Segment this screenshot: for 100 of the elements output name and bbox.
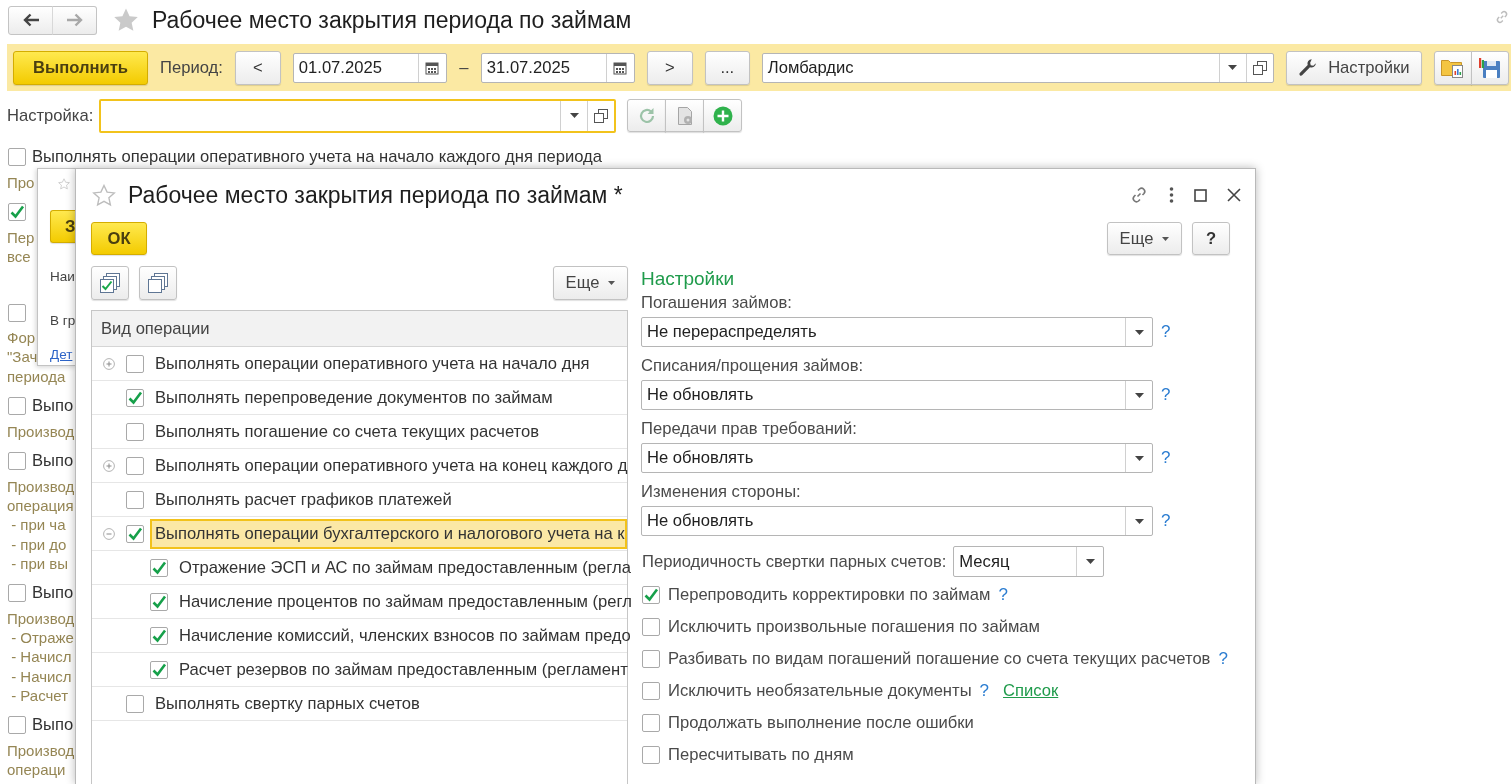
setting-field[interactable] — [99, 98, 617, 133]
checkbox[interactable] — [126, 354, 144, 373]
checkbox[interactable] — [126, 388, 144, 407]
operation-label[interactable]: Выполнять расчет графиков платежей — [150, 484, 627, 515]
refresh-button[interactable] — [627, 99, 667, 132]
operation-label[interactable]: Выполнять перепроведение документов по займам — [150, 382, 627, 413]
help-link[interactable]: ? — [1161, 511, 1171, 531]
star-icon[interactable] — [113, 7, 139, 33]
overlapping-squares-icon[interactable] — [594, 108, 609, 123]
checkbox[interactable] — [126, 456, 144, 475]
stacked-squares-icon — [148, 273, 168, 293]
select-field[interactable]: Месяц — [953, 546, 1105, 577]
help-link[interactable]: ? — [1161, 385, 1171, 405]
operation-label[interactable]: Отражение ЭСП и АС по займам предоставленным (регла — [174, 552, 633, 583]
checkbox[interactable] — [8, 148, 26, 166]
select-field[interactable]: Не обновлять — [641, 506, 1153, 536]
collapse-icon[interactable] — [103, 527, 115, 540]
checkbox[interactable] — [126, 490, 144, 509]
checkbox[interactable] — [8, 716, 26, 735]
previous-period-button[interactable]: < — [234, 50, 281, 85]
more-button[interactable]: Еще — [553, 266, 628, 300]
select-field[interactable]: Не перераспределять — [641, 317, 1153, 347]
star-icon[interactable] — [92, 183, 116, 207]
checkbox[interactable] — [8, 203, 26, 222]
add-button[interactable] — [703, 99, 743, 132]
checkbox[interactable] — [8, 303, 26, 322]
overlapping-squares-icon[interactable] — [1252, 60, 1267, 75]
hint-text: Производ — [7, 608, 75, 629]
calendar-icon[interactable] — [425, 60, 440, 75]
close-icon[interactable] — [1227, 188, 1241, 202]
field-label: Изменения стороны: — [641, 482, 801, 502]
caret-icon[interactable] — [1134, 518, 1144, 524]
operation-label[interactable]: Выполнять операции оперативного учета на начало дня — [150, 348, 627, 379]
list-link[interactable]: Список — [1003, 681, 1059, 701]
ok-button[interactable]: ОК — [91, 222, 147, 255]
checkbox[interactable] — [642, 682, 660, 700]
caret-icon[interactable] — [1085, 559, 1095, 564]
checkbox[interactable] — [642, 586, 660, 604]
checkbox[interactable] — [642, 714, 660, 732]
help-button[interactable]: ? — [1192, 222, 1230, 255]
help-link[interactable]: ? — [1161, 448, 1171, 468]
help-link[interactable]: ? — [1161, 322, 1171, 342]
operation-label[interactable]: Выполнять операции оперативного учета на конец каждого д — [150, 450, 630, 481]
caret-icon[interactable] — [1134, 455, 1144, 461]
date-field[interactable]: 01.07.2025 — [292, 52, 447, 83]
maximize-icon[interactable] — [1194, 188, 1207, 202]
checkbox[interactable] — [8, 397, 26, 416]
operation-label[interactable]: Начисление процентов по займам предоставленным (регл — [174, 586, 634, 617]
caret-icon[interactable] — [1228, 65, 1238, 70]
operation-label[interactable]: Выполнять свертку парных счетов — [150, 688, 627, 719]
checkbox[interactable] — [126, 694, 144, 713]
caret-icon[interactable] — [569, 113, 579, 118]
dialog-title: Рабочее место закрытия периода по займам * — [128, 181, 623, 209]
window-text: Наи — [50, 268, 75, 286]
column-header[interactable]: Вид операции — [92, 311, 627, 347]
uncheck-all-button[interactable] — [139, 266, 177, 300]
hint-text: - Отраже — [10, 628, 74, 648]
link-icon[interactable] — [1494, 9, 1510, 25]
caret-icon[interactable] — [1134, 329, 1144, 335]
run-button[interactable]: Выполнить — [13, 50, 148, 85]
operation-label[interactable]: Выполнять операции бухгалтерского и налогового учета на к — [150, 518, 627, 549]
back-button[interactable] — [8, 5, 53, 35]
checkbox[interactable] — [150, 592, 168, 611]
run-button[interactable]: З — [50, 210, 76, 243]
checkbox[interactable] — [150, 558, 168, 577]
checkbox[interactable] — [150, 660, 168, 679]
organization-field[interactable]: Ломбардис — [761, 52, 1274, 83]
operation-label[interactable]: Расчет резервов по займам предоставленным (регламент — [174, 654, 630, 685]
details-link[interactable]: Дет — [50, 345, 73, 365]
date-field[interactable]: 31.07.2025 — [480, 52, 635, 83]
operation-label[interactable]: Начисление комиссий, членских взносов по займам предо — [174, 620, 633, 651]
check-all-button[interactable] — [91, 266, 129, 300]
select-field[interactable]: Не обновлять — [641, 443, 1153, 473]
settings-gear-button[interactable] — [665, 99, 705, 132]
floppy-chart-icon — [1478, 57, 1502, 78]
save-button[interactable] — [1470, 50, 1509, 85]
choose-period-button[interactable]: ... — [704, 50, 750, 85]
checkbox[interactable] — [642, 650, 660, 668]
next-period-button[interactable]: > — [646, 50, 693, 85]
select-field[interactable]: Не обновлять — [641, 380, 1153, 410]
link-icon[interactable] — [1129, 185, 1149, 205]
more-button[interactable]: Еще — [1107, 222, 1182, 255]
operation-label[interactable]: Выполнять погашение со счета текущих расчетов — [150, 416, 627, 447]
help-link[interactable]: ? — [1218, 649, 1228, 669]
checkbox[interactable] — [8, 452, 26, 471]
calendar-icon[interactable] — [613, 60, 628, 75]
settings-button[interactable]: Настройки — [1285, 50, 1422, 85]
help-link[interactable]: ? — [979, 681, 990, 701]
help-link[interactable]: ? — [998, 585, 1008, 605]
report-folder-button[interactable] — [1433, 50, 1472, 85]
checkbox[interactable] — [8, 584, 26, 603]
expand-icon[interactable] — [103, 459, 115, 472]
checkbox[interactable] — [642, 746, 660, 764]
checkbox[interactable] — [126, 422, 144, 441]
checkbox[interactable] — [150, 626, 168, 645]
caret-icon[interactable] — [1134, 392, 1144, 398]
checkbox[interactable] — [642, 618, 660, 636]
kebab-menu-icon[interactable] — [1169, 187, 1174, 203]
checkbox[interactable] — [126, 524, 144, 543]
expand-icon[interactable] — [103, 357, 115, 370]
